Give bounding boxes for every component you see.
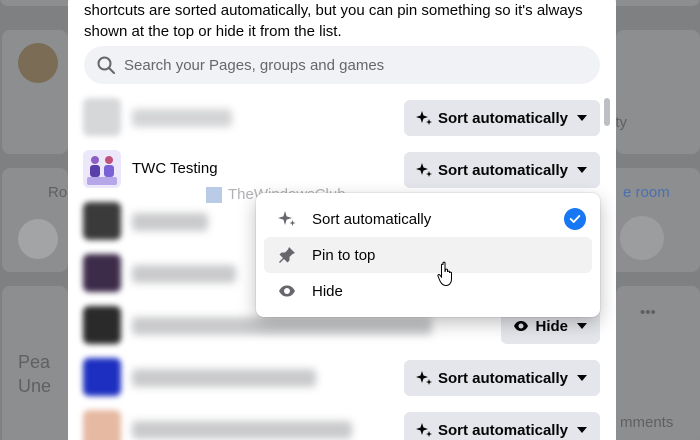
shortcut-row: Sort automatically bbox=[80, 356, 600, 400]
background-feed-text-1: Pea bbox=[18, 352, 51, 372]
menu-item-label: Pin to top bbox=[312, 246, 376, 264]
shortcut-name-blurred bbox=[132, 369, 316, 387]
shortcut-thumbnail bbox=[83, 98, 121, 136]
sort-options-menu: Sort automatically Pin to top Hide bbox=[256, 193, 600, 317]
menu-item-label: Hide bbox=[312, 282, 343, 300]
background-more-icon: ••• bbox=[640, 304, 656, 321]
sort-automatically-button[interactable]: Sort automatically bbox=[403, 412, 600, 440]
hand-cursor-icon bbox=[437, 261, 452, 287]
caret-down-icon bbox=[577, 167, 587, 173]
group-thumbnail bbox=[83, 150, 121, 188]
shortcut-name-blurred bbox=[132, 109, 232, 127]
caret-down-icon bbox=[577, 375, 587, 381]
caret-down-icon bbox=[577, 115, 587, 121]
shortcut-thumbnail bbox=[83, 202, 121, 240]
shortcut-row: Sort automatically bbox=[80, 408, 600, 440]
shortcut-thumbnail bbox=[83, 358, 121, 396]
sort-button-label: Sort automatically bbox=[437, 369, 568, 387]
eye-icon bbox=[279, 285, 295, 297]
sparkle-icon bbox=[415, 111, 432, 125]
sort-button-label: Sort automatically bbox=[437, 109, 568, 127]
menu-item-pin-to-top[interactable]: Pin to top bbox=[264, 237, 592, 273]
background-add-icon bbox=[18, 219, 58, 259]
shortcut-thumbnail bbox=[83, 306, 121, 344]
sparkle-icon bbox=[415, 163, 432, 177]
caret-down-icon bbox=[577, 427, 587, 433]
sort-automatically-button[interactable]: Sort automatically bbox=[403, 360, 600, 396]
sort-automatically-button[interactable]: Sort automatically bbox=[403, 100, 600, 136]
shortcut-name-blurred bbox=[132, 421, 352, 439]
sort-button-label: Sort automatically bbox=[437, 161, 568, 179]
shortcut-thumbnail bbox=[83, 410, 121, 440]
search-bar[interactable] bbox=[84, 46, 600, 84]
background-next-icon bbox=[620, 216, 664, 260]
sparkle-icon bbox=[278, 211, 296, 226]
checkmark-icon bbox=[564, 208, 586, 230]
sort-automatically-button-active[interactable]: Sort automatically bbox=[403, 152, 600, 188]
pin-icon bbox=[279, 247, 295, 263]
background-feed-text-2: Une bbox=[18, 376, 52, 396]
background-room-right-label: e room bbox=[623, 184, 670, 201]
background-comments-text: mments bbox=[620, 414, 674, 431]
shortcut-name-blurred bbox=[132, 265, 236, 283]
shortcut-name: TWC Testing bbox=[132, 160, 218, 177]
modal-intro-text: shortcuts are sorted automatically, but … bbox=[84, 2, 583, 40]
scrollbar-thumb[interactable] bbox=[604, 98, 610, 126]
background-room-label: Ro bbox=[48, 184, 68, 201]
search-input[interactable] bbox=[124, 56, 564, 74]
sort-button-label: Sort automatically bbox=[437, 421, 568, 439]
eye-icon bbox=[514, 321, 529, 331]
watermark-logo-icon bbox=[206, 186, 222, 203]
caret-down-icon bbox=[577, 323, 587, 329]
menu-item-hide[interactable]: Hide bbox=[264, 273, 592, 309]
shortcut-name-blurred bbox=[132, 317, 432, 335]
shortcut-thumbnail bbox=[83, 254, 121, 292]
sparkle-icon bbox=[415, 371, 432, 385]
background-avatar bbox=[18, 43, 58, 83]
shortcut-row: Sort automatically bbox=[80, 96, 600, 140]
background-card-right bbox=[616, 30, 700, 154]
sparkle-icon bbox=[415, 423, 432, 437]
menu-item-label: Sort automatically bbox=[312, 210, 432, 228]
search-icon bbox=[97, 56, 115, 74]
menu-item-sort-automatically[interactable]: Sort automatically bbox=[264, 201, 592, 237]
shortcut-name-blurred bbox=[132, 213, 208, 231]
hide-button-label: Hide bbox=[535, 317, 568, 335]
